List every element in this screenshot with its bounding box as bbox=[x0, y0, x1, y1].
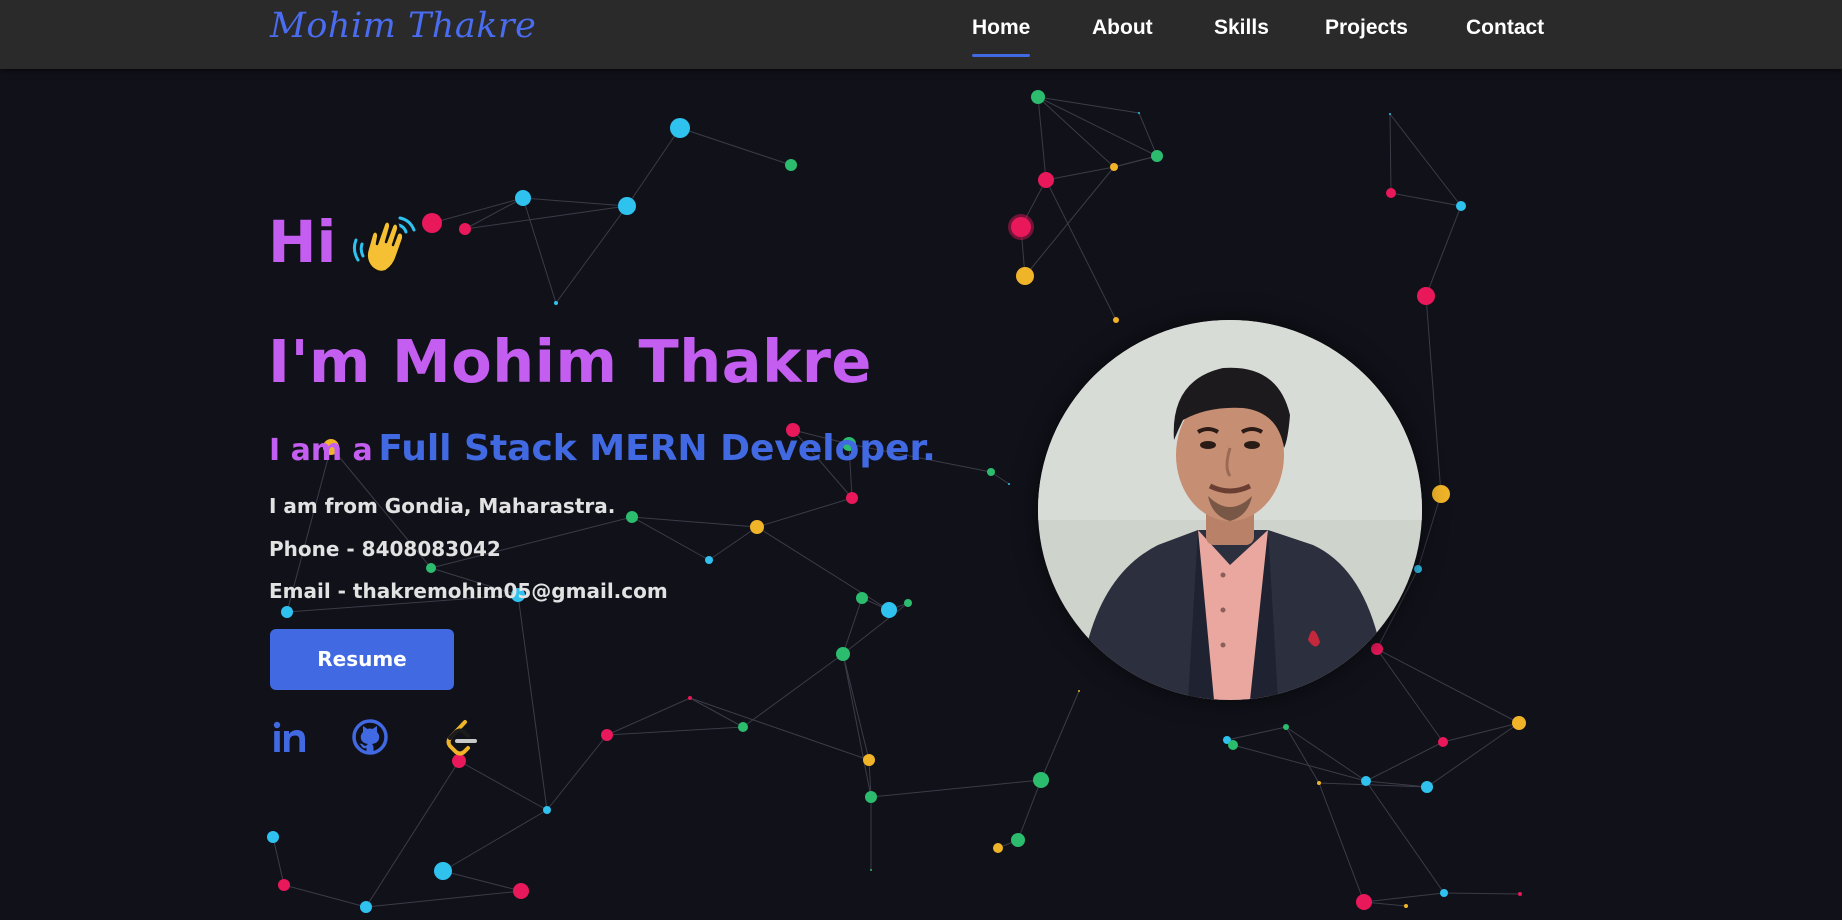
intro-name: I'm Mohim Thakre bbox=[268, 327, 872, 396]
location-text: I am from Gondia, Maharastra. bbox=[269, 494, 616, 518]
phone-text: Phone - 8408083042 bbox=[269, 537, 501, 561]
resume-button[interactable]: Resume bbox=[270, 629, 454, 690]
nav-link-home[interactable]: Home bbox=[972, 16, 1031, 57]
nav-link-projects[interactable]: Projects bbox=[1325, 16, 1408, 40]
nav-link-skills[interactable]: Skills bbox=[1214, 16, 1269, 40]
role-line: I am a Full Stack MERN Developer. bbox=[269, 428, 936, 469]
site-logo[interactable]: Mohim Thakre bbox=[270, 6, 536, 46]
navbar: Mohim Thakre Home About Skills Projects … bbox=[0, 0, 1842, 69]
role-prefix: I am a bbox=[269, 433, 373, 468]
leetcode-icon[interactable] bbox=[441, 718, 479, 758]
waving-hand-icon bbox=[352, 216, 416, 274]
profile-photo bbox=[1038, 320, 1422, 700]
email-text: Email - thakremohim05@gmail.com bbox=[269, 579, 668, 603]
role-title: Full Stack MERN Developer. bbox=[378, 428, 936, 469]
github-icon[interactable] bbox=[351, 718, 389, 756]
nav-link-contact[interactable]: Contact bbox=[1466, 16, 1544, 40]
nav-link-about[interactable]: About bbox=[1092, 16, 1153, 40]
greeting: Hi bbox=[268, 208, 337, 276]
hero-section: Hi I'm Mohim Thakre I am a Full Stack ME… bbox=[0, 0, 1842, 920]
linkedin-icon[interactable] bbox=[272, 720, 308, 756]
